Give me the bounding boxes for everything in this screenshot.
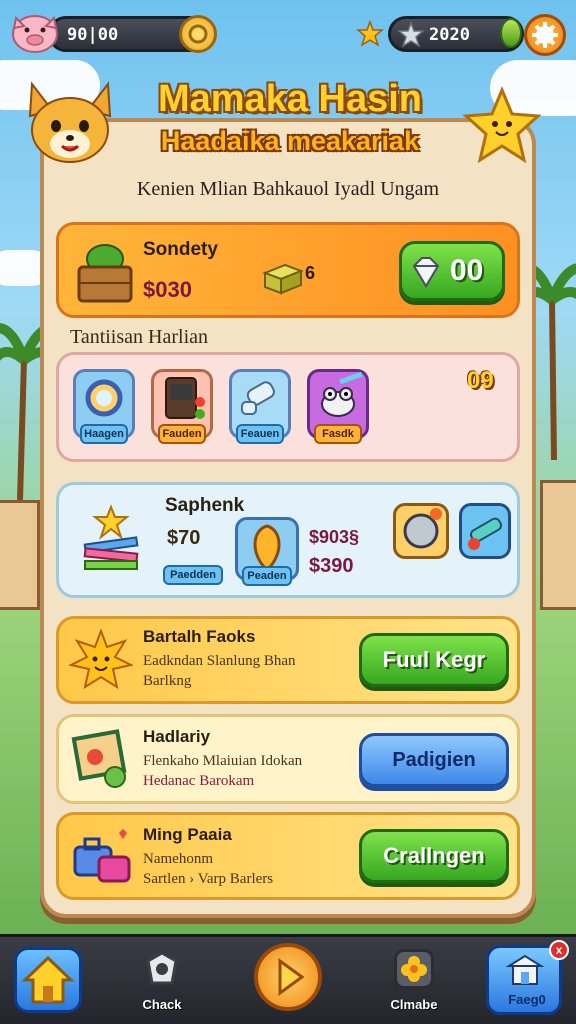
coin-counter[interactable]: 90|00: [48, 15, 217, 53]
gem-amount: 2020: [429, 25, 470, 45]
task-desc: Flenkaho Mlaiuian Idokan: [143, 753, 303, 769]
game-title: Mamaka Hasin: [157, 78, 422, 120]
fox-mascot-icon: [28, 81, 112, 163]
book-stack-icon: [83, 504, 139, 570]
task-action-button[interactable]: Fuul Kegr: [359, 633, 509, 687]
bottle-icon: [241, 381, 275, 415]
daily-item-label: Feauen: [236, 424, 284, 444]
pig-avatar-icon[interactable]: [8, 8, 62, 54]
game-subtitle: Haadaika meakariak: [160, 126, 420, 156]
shop-item-tile[interactable]: [459, 503, 511, 559]
shop-item-tile[interactable]: Peaden: [235, 517, 299, 586]
offer-buy-button[interactable]: 00: [399, 241, 505, 301]
offer-amount: 00: [450, 254, 484, 287]
task-title: Bartalh Faoks: [143, 627, 256, 646]
daily-item-label: Fasdk: [314, 424, 362, 444]
daily-item[interactable]: Feauen: [229, 369, 291, 444]
leaf-icon[interactable]: [500, 18, 522, 48]
settings-button[interactable]: [524, 14, 566, 56]
check-button[interactable]: Chack: [122, 943, 202, 1023]
offer-price: $030: [143, 277, 192, 302]
daily-count: 09: [467, 367, 494, 394]
coin-icon: [188, 24, 208, 44]
daily-items-card: Haagen Fauden Feauen Fasdk 09: [56, 352, 520, 462]
box-icon: [262, 263, 304, 295]
silver-star-icon: [397, 21, 425, 48]
task-desc: Namehonm: [143, 851, 213, 867]
top-hud: 90|00 2020: [0, 8, 576, 56]
background-hut: [0, 500, 40, 610]
play-icon: [278, 958, 305, 996]
task-card: Hadlariy Flenkaho Mlaiuian Idokan Hedana…: [56, 714, 520, 804]
picture-icon: [71, 729, 127, 788]
tagline: Kenien Mlian Bahkauol Iyadl Ungam: [136, 178, 440, 200]
add-coins-button[interactable]: [179, 15, 217, 53]
star-icon: [356, 20, 384, 47]
background-hut: [540, 480, 576, 610]
luggage-icon: [73, 829, 131, 883]
task-desc: Sartlen › Varp Barlers: [143, 871, 274, 887]
daily-item-label: Fauden: [158, 424, 206, 444]
home-icon: [21, 955, 75, 1004]
offer-title: Sondety: [143, 239, 218, 260]
frog-icon: [321, 371, 363, 417]
daily-item[interactable]: Fauden: [151, 369, 213, 444]
daily-item[interactable]: Haagen: [73, 369, 135, 444]
daily-section-label: Tantiisan Harlian: [70, 326, 208, 348]
shop-nav-label: Faeg0: [508, 992, 546, 1007]
tube-icon: [468, 517, 503, 550]
special-offer-card[interactable]: Sondety $030 6 00: [56, 222, 520, 318]
shop-nav-button[interactable]: Faeg0 x: [486, 940, 569, 1015]
home-button[interactable]: [14, 947, 82, 1013]
task-desc: Hedanac Barokam: [143, 773, 255, 789]
task-action-button[interactable]: Crallngen: [359, 829, 509, 883]
notification-badge: x: [549, 940, 569, 960]
shop-price-a: $70: [167, 527, 201, 549]
offer-multiplier: 6: [305, 263, 316, 283]
cutter-icon: [403, 508, 442, 549]
task-card: Bartalh Faoks Eadkndan Slanlung Bhan Bar…: [56, 616, 520, 704]
gear-icon: [532, 22, 558, 48]
daily-item[interactable]: Fasdk: [307, 369, 369, 444]
shop-price-b: $903§: [309, 527, 360, 547]
task-desc: Barlkng: [143, 673, 192, 689]
shop-card: Saphenk $70 Paedden Peaden $903§ $390: [56, 482, 520, 598]
plant-crate-icon: [77, 244, 133, 303]
task-desc: Eadkndan Slanlung Bhan: [143, 653, 296, 669]
shop-item-tile[interactable]: [393, 503, 449, 559]
task-title: Hadlariy: [143, 727, 211, 746]
flower-icon: [401, 956, 427, 982]
daily-item-label: Haagen: [80, 424, 128, 444]
check-label: Chack: [142, 997, 182, 1012]
arcade-icon: [165, 377, 205, 419]
climb-label: Clmabe: [390, 997, 438, 1012]
bottom-nav: Chack Clmabe Faeg0 x: [0, 934, 576, 1024]
shop-price-c: $390: [309, 555, 354, 577]
climb-button[interactable]: Clmabe: [374, 943, 454, 1023]
magnifier-icon: [85, 379, 123, 417]
panel-content: Kenien Mlian Bahkauol Iyadl Ungam Sondet…: [46, 166, 530, 912]
shop-title: Saphenk: [165, 495, 245, 516]
shop-tag-a[interactable]: Paedden: [163, 565, 223, 585]
star-mascot-icon: [462, 86, 542, 164]
task-action-button[interactable]: Padigien: [359, 733, 509, 787]
shield-check-icon: [146, 951, 178, 985]
task-title: Ming Paaia: [143, 825, 232, 844]
sun-icon: [69, 629, 133, 690]
diamond-icon: [412, 257, 440, 288]
shop-tag-b: Peaden: [242, 566, 292, 586]
play-button[interactable]: [254, 943, 322, 1011]
task-card: Ming Paaia Namehonm Sartlen › Varp Barle…: [56, 812, 520, 900]
shop-icon: [505, 954, 545, 985]
coin-amount: 90|00: [67, 25, 119, 45]
